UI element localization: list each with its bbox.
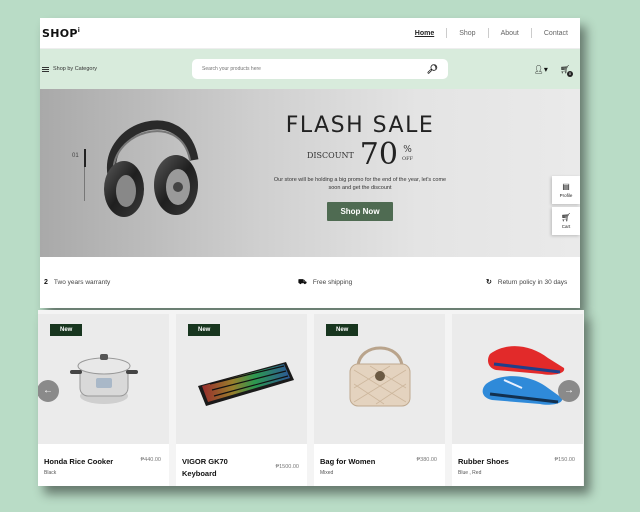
product-price: ₱150.00 [554, 457, 576, 463]
product-name: Bag for Women [320, 457, 376, 466]
product-image-box: New [176, 314, 307, 444]
top-nav: SHOPi Home Shop About Contact [40, 18, 580, 49]
category-label: Shop by Category [53, 66, 98, 72]
hero-title: FLASH SALE [285, 113, 435, 138]
discount-row: DISCOUNT 70 % OFF [270, 140, 450, 170]
warranty-icon: 2 [44, 278, 48, 286]
feature-label: Free shipping [312, 278, 353, 286]
carousel-next-button[interactable]: → [558, 380, 580, 402]
shoes-image [482, 346, 565, 405]
search-box: 🔎︎ [192, 59, 448, 79]
new-badge: New [50, 324, 83, 336]
slide-indicator[interactable] [83, 149, 86, 201]
nav-link-home[interactable]: Home [403, 30, 446, 37]
user-icon[interactable]: 👤︎▾ [534, 65, 548, 74]
product-price: ₱1500.00 [275, 464, 299, 470]
cart-icon: 🛒︎ [560, 213, 572, 222]
side-tabs: ▤ Profile 🛒︎ Cart [552, 176, 580, 238]
product-card[interactable]: New Honda Rice Cooker ₱440.00 Black [38, 314, 169, 486]
feature-shipping: ⛟ Free shipping [298, 278, 352, 287]
off-label: OFF [401, 156, 414, 162]
nav-links: Home Shop About Contact [403, 28, 568, 38]
cart-tab[interactable]: 🛒︎ Cart [552, 207, 580, 235]
product-image-box: New [314, 314, 445, 444]
nav-link-about[interactable]: About [489, 30, 531, 37]
product-image-box: New [38, 314, 169, 444]
cart-icon[interactable]: 🛒︎ 0 [560, 65, 573, 77]
feature-warranty: 2 Two years warranty [44, 279, 110, 286]
search-icon[interactable]: 🔎︎ [427, 64, 438, 75]
cart-count-badge: 0 [567, 70, 573, 77]
feature-label: Return policy in 30 days [497, 278, 568, 286]
headphones-image [104, 120, 199, 217]
carousel-prev-button[interactable]: ← [38, 380, 59, 402]
promo-text: Our store will be holding a big promo fo… [273, 177, 447, 191]
product-card[interactable]: New Bag for Women ₱380.00 Mixed [314, 314, 445, 486]
hero-copy: FLASH SALE DISCOUNT 70 % OFF Our store wi… [270, 113, 450, 221]
feature-returns: ↻ Return policy in 30 days [486, 278, 568, 287]
profile-tab-label: Profile [559, 193, 573, 198]
product-price: ₱380.00 [416, 457, 438, 463]
new-badge: New [188, 324, 221, 336]
logo[interactable]: SHOPi [42, 27, 80, 40]
truck-icon: ⛟ [298, 278, 307, 286]
product-variant: Black [44, 470, 57, 476]
store-header-screenshot: SHOPi Home Shop About Contact Shop by Ca… [40, 18, 580, 308]
cart-tab-label: Cart [561, 224, 571, 229]
feature-label: Two years warranty [53, 278, 111, 286]
search-input[interactable] [202, 66, 427, 72]
profile-icon: ▤ [562, 182, 570, 191]
logo-text: SHOP [42, 26, 78, 40]
features-strip: 2 Two years warranty ⛟ Free shipping ↻ R… [40, 257, 580, 307]
shop-by-category-button[interactable]: Shop by Category [42, 66, 97, 72]
product-name: VIGOR GK70 Keyboard [182, 457, 228, 478]
discount-value: 70 [359, 137, 398, 172]
hamburger-icon [42, 66, 49, 72]
nav-link-shop[interactable]: Shop [447, 30, 487, 37]
product-price: ₱440.00 [140, 457, 162, 463]
product-name: Honda Rice Cooker [44, 457, 114, 466]
search-row: Shop by Category 🔎︎ 👤︎▾ 🛒︎0 [40, 49, 580, 89]
user-actions: 👤︎▾ 🛒︎ 0 [534, 65, 573, 77]
percent-symbol: % [403, 145, 412, 155]
nav-link-contact[interactable]: Contact [532, 30, 568, 37]
product-name: Rubber Shoes [458, 457, 509, 466]
product-carousel-screenshot: New Honda Rice Cooker ₱440.00 Black New [38, 310, 584, 486]
shop-now-button[interactable]: Shop Now [327, 202, 393, 221]
product-card[interactable]: New VIGOR GK70 Keyboard ₱1500.00 [176, 314, 307, 486]
logo-mark: i [77, 26, 81, 34]
new-badge: New [326, 324, 359, 336]
hero-banner: 01 FLASH SALE DISCOUNT 70 % OFF Our stor… [40, 89, 580, 257]
profile-tab[interactable]: ▤ Profile [552, 176, 580, 204]
product-variant: Mixed [320, 470, 334, 476]
return-icon: ↻ [486, 279, 492, 286]
discount-label: DISCOUNT [306, 150, 354, 160]
discount-percent: % OFF [402, 146, 413, 164]
product-image-box [452, 314, 583, 444]
product-list: New Honda Rice Cooker ₱440.00 Black New [38, 314, 583, 486]
product-variant: Blue , Red [458, 470, 482, 476]
slide-index: 01 [72, 153, 79, 159]
